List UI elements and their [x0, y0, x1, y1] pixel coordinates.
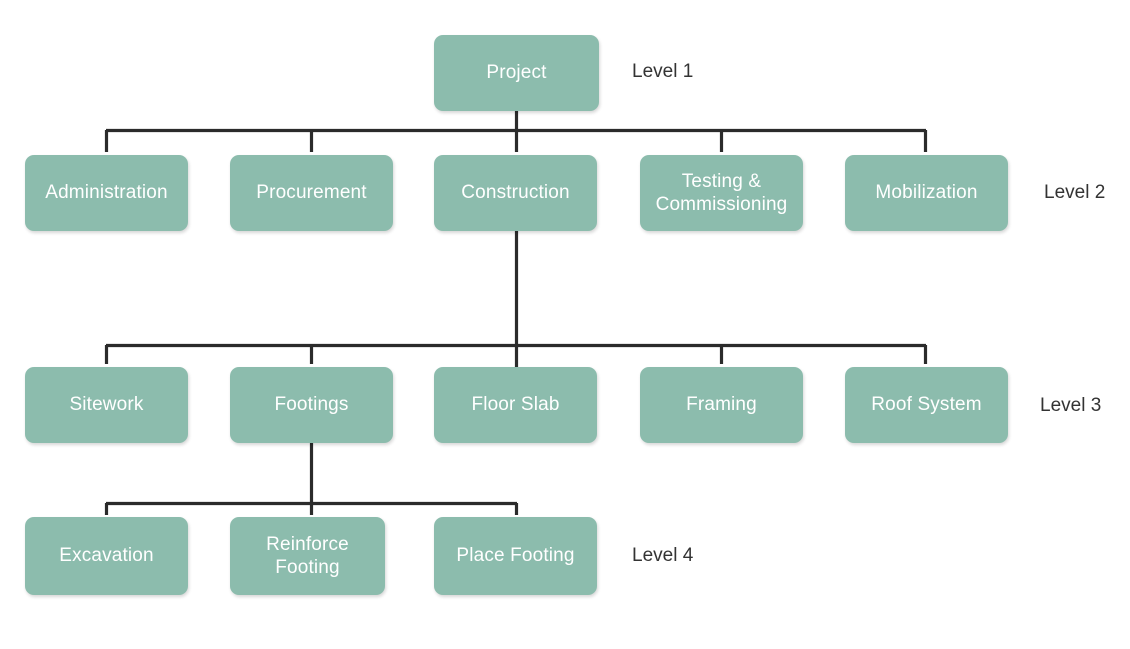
- wbs-node-label: Footings: [274, 394, 349, 416]
- wbs-node-mobilization[interactable]: Mobilization: [845, 155, 1008, 231]
- wbs-node-label: Framing: [686, 394, 757, 416]
- wbs-node-label: Construction: [461, 182, 570, 204]
- wbs-node-label: Sitework: [69, 394, 144, 416]
- wbs-node-sitework[interactable]: Sitework: [25, 367, 188, 443]
- wbs-node-label: Reinforce Footing: [266, 533, 349, 578]
- wbs-node-roof-system[interactable]: Roof System: [845, 367, 1008, 443]
- wbs-node-testing-commissioning[interactable]: Testing & Commissioning: [640, 155, 803, 231]
- wbs-node-construction[interactable]: Construction: [434, 155, 597, 231]
- wbs-node-label: Roof System: [871, 394, 982, 416]
- wbs-node-label: Administration: [45, 182, 168, 204]
- level-caption-2: Level 2: [1044, 182, 1106, 203]
- wbs-node-excavation[interactable]: Excavation: [25, 517, 188, 595]
- wbs-diagram-canvas: Project Administration Procurement Construc…: [0, 0, 1130, 649]
- level-caption-3: Level 3: [1040, 395, 1102, 416]
- wbs-node-floor-slab[interactable]: Floor Slab: [434, 367, 597, 443]
- wbs-node-label: Procurement: [256, 182, 367, 204]
- wbs-node-label: Floor Slab: [471, 394, 560, 416]
- wbs-node-project[interactable]: Project: [434, 35, 599, 111]
- level-caption-1: Level 1: [632, 61, 694, 82]
- wbs-node-footings[interactable]: Footings: [230, 367, 393, 443]
- wbs-node-framing[interactable]: Framing: [640, 367, 803, 443]
- wbs-node-label: Mobilization: [875, 182, 978, 204]
- wbs-node-label: Project: [486, 62, 547, 84]
- wbs-node-label: Testing & Commissioning: [655, 170, 788, 215]
- wbs-node-administration[interactable]: Administration: [25, 155, 188, 231]
- wbs-node-label: Place Footing: [456, 545, 575, 567]
- wbs-node-reinforce-footing[interactable]: Reinforce Footing: [230, 517, 385, 595]
- level-caption-4: Level 4: [632, 545, 694, 566]
- wbs-node-procurement[interactable]: Procurement: [230, 155, 393, 231]
- wbs-node-label: Excavation: [59, 545, 154, 567]
- wbs-node-place-footing[interactable]: Place Footing: [434, 517, 597, 595]
